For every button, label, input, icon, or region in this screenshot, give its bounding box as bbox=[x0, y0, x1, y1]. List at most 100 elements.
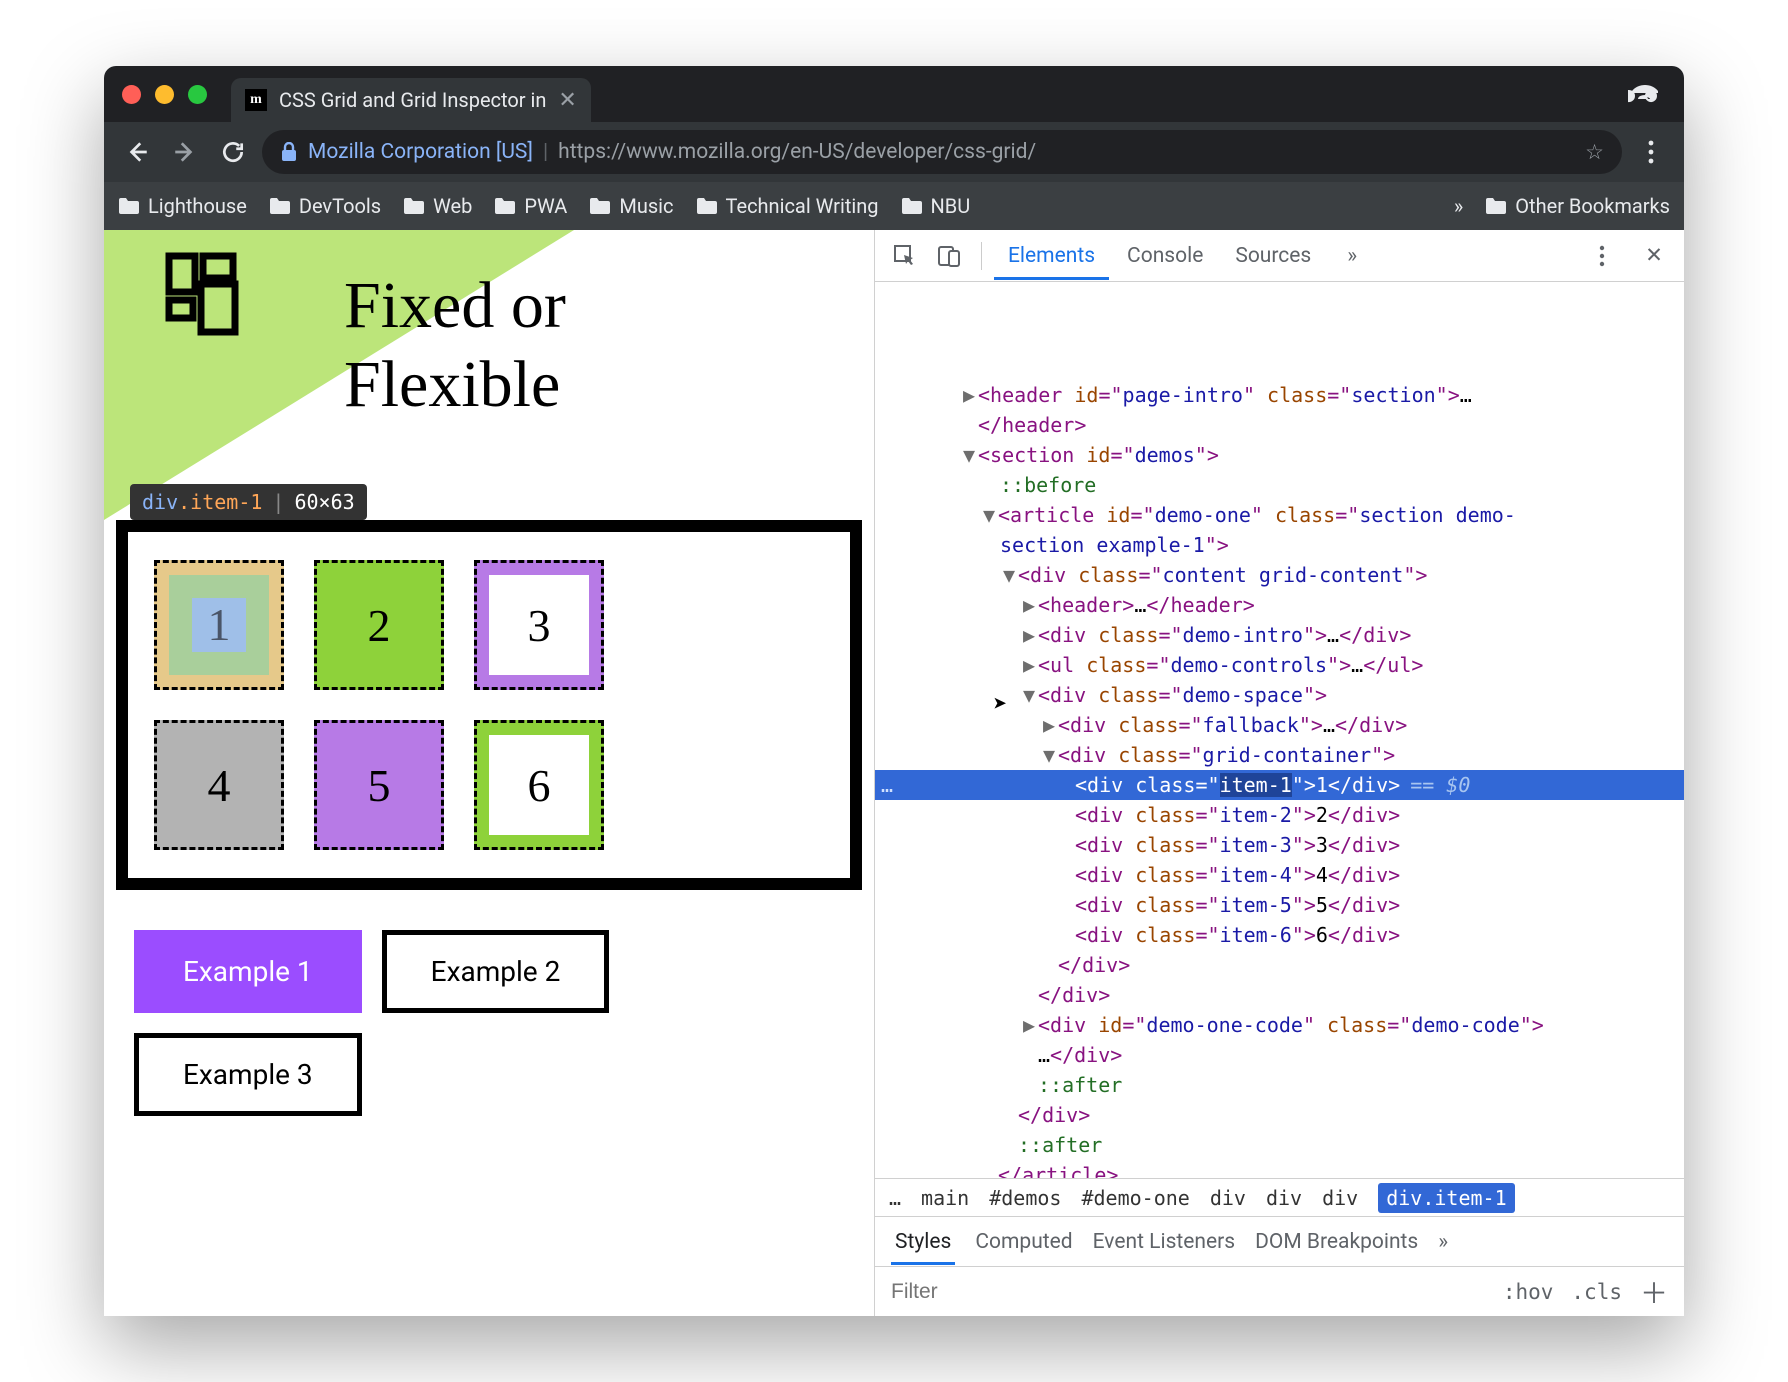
folder-icon bbox=[494, 197, 516, 215]
bookmark-folder[interactable]: PWA bbox=[494, 194, 567, 218]
grid-item-2[interactable]: 2 bbox=[314, 560, 444, 690]
tab-elements[interactable]: Elements bbox=[994, 232, 1109, 280]
folder-icon bbox=[589, 197, 611, 215]
styles-overflow-icon[interactable]: » bbox=[1438, 1230, 1448, 1254]
close-devtools-icon[interactable]: ✕ bbox=[1634, 236, 1674, 276]
example-3-button[interactable]: Example 3 bbox=[134, 1033, 362, 1116]
grid-container: 1 2 3 4 5 6 bbox=[116, 520, 862, 890]
breadcrumb-item[interactable]: main bbox=[921, 1186, 969, 1210]
lock-icon bbox=[280, 142, 298, 162]
other-bookmarks-folder[interactable]: Other Bookmarks bbox=[1485, 194, 1670, 218]
forward-button[interactable] bbox=[166, 133, 204, 171]
security-label: Mozilla Corporation [US] bbox=[308, 140, 533, 164]
breadcrumb-item[interactable]: div bbox=[1266, 1186, 1302, 1210]
dom-node[interactable]: ::after bbox=[875, 1130, 1684, 1160]
dom-tree[interactable]: ➤ ▶<header id="page-intro" class="sectio… bbox=[875, 282, 1684, 1178]
folder-icon bbox=[1485, 197, 1507, 215]
tab-dom-breakpoints[interactable]: DOM Breakpoints bbox=[1255, 1230, 1418, 1254]
styles-tabs: Styles Computed Event Listeners DOM Brea… bbox=[875, 1216, 1684, 1266]
breadcrumb-item[interactable]: div.item-1 bbox=[1378, 1183, 1514, 1213]
dom-node[interactable]: </div> bbox=[875, 980, 1684, 1010]
content-area: Fixed or Flexible div.item-1 | 60×63 1 2… bbox=[104, 230, 1684, 1316]
dom-node[interactable]: <div class="item-2">2</div> bbox=[875, 800, 1684, 830]
bookmark-folder[interactable]: Music bbox=[589, 194, 673, 218]
dom-node[interactable]: …<div class="item-1">1</div>== $0 bbox=[875, 770, 1684, 800]
menu-button[interactable] bbox=[1632, 133, 1670, 171]
bookmark-folder[interactable]: Technical Writing bbox=[696, 194, 879, 218]
browser-tab[interactable]: m CSS Grid and Grid Inspector in ✕ bbox=[231, 78, 591, 122]
grid-item-4[interactable]: 4 bbox=[154, 720, 284, 850]
tab-console[interactable]: Console bbox=[1113, 232, 1217, 280]
bookmark-star-icon[interactable]: ☆ bbox=[1585, 140, 1604, 165]
breadcrumb-item[interactable]: div bbox=[1210, 1186, 1246, 1210]
dom-node[interactable]: </article> bbox=[875, 1160, 1684, 1178]
dom-node[interactable]: <div class="item-4">4</div> bbox=[875, 860, 1684, 890]
hov-toggle[interactable]: :hov bbox=[1503, 1280, 1554, 1304]
reload-button[interactable] bbox=[214, 133, 252, 171]
grid-item-5[interactable]: 5 bbox=[314, 720, 444, 850]
tab-event-listeners[interactable]: Event Listeners bbox=[1093, 1230, 1235, 1254]
breadcrumb-item[interactable]: #demo-one bbox=[1081, 1186, 1189, 1210]
bookmark-label: Technical Writing bbox=[726, 194, 879, 218]
close-tab-icon[interactable]: ✕ bbox=[558, 88, 576, 113]
dom-node[interactable]: section example-1"> bbox=[875, 530, 1684, 560]
example-2-button[interactable]: Example 2 bbox=[382, 930, 610, 1013]
bookmark-label: Lighthouse bbox=[148, 194, 247, 218]
bookmark-label: Music bbox=[619, 194, 673, 218]
tab-sources[interactable]: Sources bbox=[1221, 232, 1325, 280]
dom-node[interactable]: </div> bbox=[875, 950, 1684, 980]
bookmark-folder[interactable]: Lighthouse bbox=[118, 194, 247, 218]
dom-node[interactable]: </header> bbox=[875, 410, 1684, 440]
url-text: https://www.mozilla.org/en-US/developer/… bbox=[558, 140, 1036, 164]
dom-node[interactable]: <div class="item-6">6</div> bbox=[875, 920, 1684, 950]
dom-node[interactable]: ::after bbox=[875, 1070, 1684, 1100]
dom-node[interactable]: ▼<div class="content grid-content"> bbox=[875, 560, 1684, 590]
bookmark-folder[interactable]: DevTools bbox=[269, 194, 381, 218]
dom-node[interactable]: ▶<header>…</header> bbox=[875, 590, 1684, 620]
tabs-overflow-icon[interactable]: » bbox=[1333, 232, 1371, 280]
new-style-rule-icon[interactable]: ＋ bbox=[1640, 1272, 1668, 1312]
breadcrumb[interactable]: …main#demos#demo-onedivdivdivdiv.item-1 bbox=[875, 1178, 1684, 1216]
dom-node[interactable]: ▶<header id="page-intro" class="section"… bbox=[875, 380, 1684, 410]
dom-node[interactable]: ::before bbox=[875, 470, 1684, 500]
dom-node[interactable]: ▼<div class="grid-container"> bbox=[875, 740, 1684, 770]
dom-node[interactable]: <div class="item-3">3</div> bbox=[875, 830, 1684, 860]
example-buttons: Example 1 Example 2 Example 3 bbox=[104, 890, 874, 1156]
folder-icon bbox=[269, 197, 291, 215]
maximize-window-button[interactable] bbox=[188, 85, 207, 104]
close-window-button[interactable] bbox=[122, 85, 141, 104]
inspect-element-icon[interactable] bbox=[885, 236, 925, 276]
dom-node[interactable]: ▶<div class="demo-intro">…</div> bbox=[875, 620, 1684, 650]
grid-item-6[interactable]: 6 bbox=[474, 720, 604, 850]
bookmark-folder[interactable]: Web bbox=[403, 194, 472, 218]
bookmarks-overflow-icon[interactable]: » bbox=[1454, 194, 1463, 218]
filter-input[interactable] bbox=[891, 1280, 1091, 1304]
devtools-menu-icon[interactable] bbox=[1582, 236, 1622, 276]
tab-computed[interactable]: Computed bbox=[975, 1230, 1072, 1254]
dom-node[interactable]: …</div> bbox=[875, 1040, 1684, 1070]
breadcrumb-item[interactable]: div bbox=[1322, 1186, 1358, 1210]
dom-node[interactable]: ▼<section id="demos"> bbox=[875, 440, 1684, 470]
dom-node[interactable]: <div class="item-5">5</div> bbox=[875, 890, 1684, 920]
example-1-button[interactable]: Example 1 bbox=[134, 930, 362, 1013]
cls-toggle[interactable]: .cls bbox=[1571, 1280, 1622, 1304]
rendered-page: Fixed or Flexible div.item-1 | 60×63 1 2… bbox=[104, 230, 874, 1316]
breadcrumb-item[interactable]: #demos bbox=[989, 1186, 1061, 1210]
devtools-tabs: Elements Console Sources » ✕ bbox=[875, 230, 1684, 282]
back-button[interactable] bbox=[118, 133, 156, 171]
omnibox-separator: | bbox=[543, 140, 548, 164]
grid-item-1[interactable]: 1 bbox=[154, 560, 284, 690]
incognito-icon bbox=[1628, 81, 1662, 107]
bookmark-folder[interactable]: NBU bbox=[901, 194, 971, 218]
breadcrumb-item[interactable]: … bbox=[889, 1186, 901, 1210]
minimize-window-button[interactable] bbox=[155, 85, 174, 104]
dom-node[interactable]: ▶<div id="demo-one-code" class="demo-cod… bbox=[875, 1010, 1684, 1040]
dom-node[interactable]: ▶<ul class="demo-controls">…</ul> bbox=[875, 650, 1684, 680]
address-bar[interactable]: Mozilla Corporation [US] | https://www.m… bbox=[262, 130, 1622, 174]
dom-node[interactable]: </div> bbox=[875, 1100, 1684, 1130]
window-controls bbox=[122, 66, 231, 122]
device-toolbar-icon[interactable] bbox=[929, 236, 969, 276]
grid-item-3[interactable]: 3 bbox=[474, 560, 604, 690]
dom-node[interactable]: ▼<article id="demo-one" class="section d… bbox=[875, 500, 1684, 530]
tab-styles[interactable]: Styles bbox=[891, 1219, 955, 1265]
